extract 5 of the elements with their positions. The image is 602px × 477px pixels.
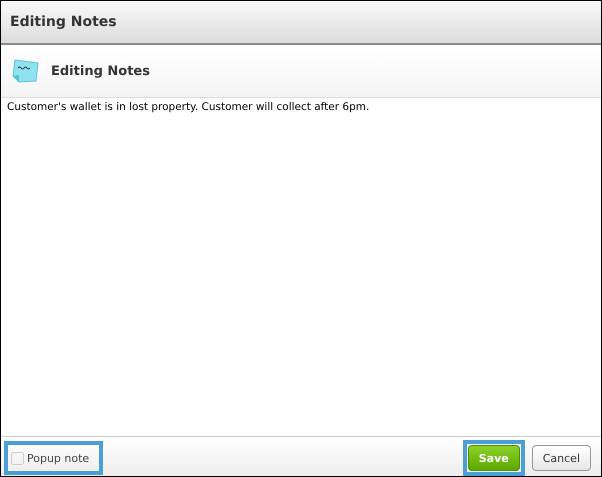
sticky-note-icon	[11, 57, 41, 85]
window-title: Editing Notes	[10, 14, 117, 30]
dialog-heading: Editing Notes	[51, 64, 150, 78]
checkbox-label: Popup note	[27, 452, 90, 464]
cancel-button[interactable]: Cancel	[532, 445, 591, 471]
